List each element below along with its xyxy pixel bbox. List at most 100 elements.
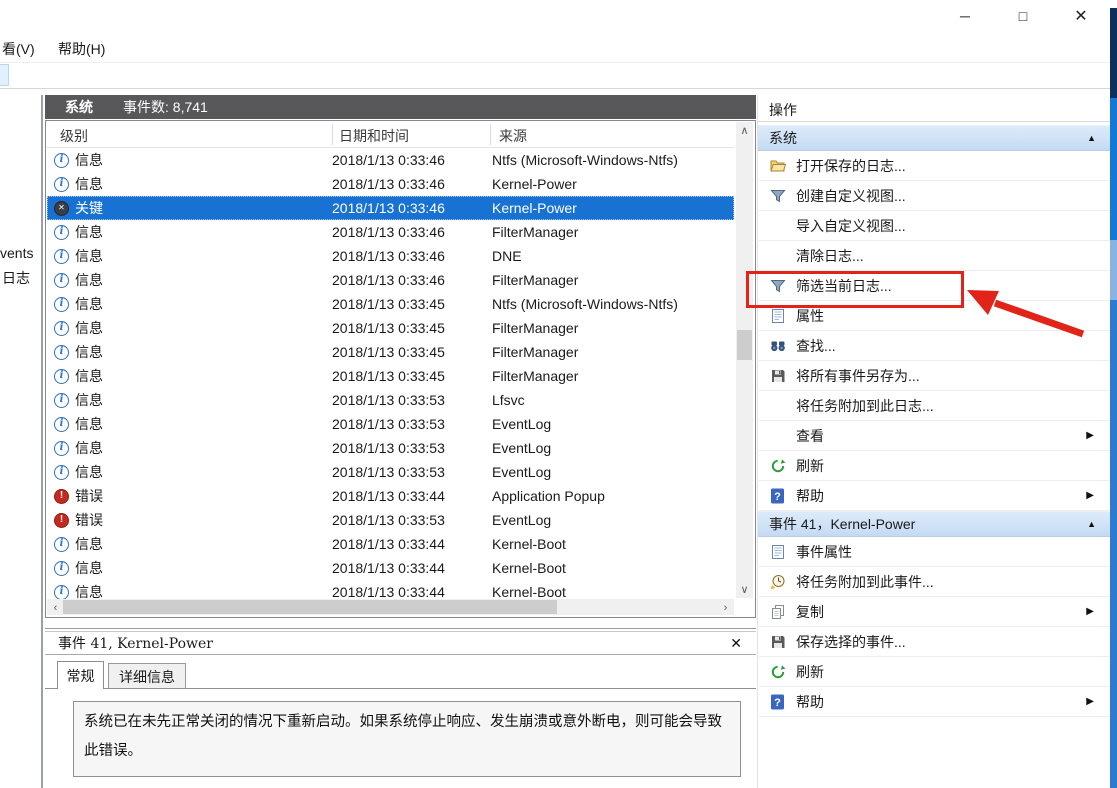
info-level-icon: i xyxy=(54,225,69,240)
table-row[interactable]: ✕关键2018/1/13 0:33:46Kernel-Power xyxy=(47,196,734,220)
scrollbar-thumb[interactable] xyxy=(737,330,752,360)
minimize-icon[interactable]: ─ xyxy=(948,4,982,28)
column-header-source[interactable]: 来源 xyxy=(499,126,527,146)
menu-item-view[interactable]: 看(V) xyxy=(2,39,35,59)
action-item[interactable]: 筛选当前日志... xyxy=(759,271,1110,301)
tree-item-partial[interactable]: vents xyxy=(0,245,33,261)
actions-section-header[interactable]: 系统▲ xyxy=(758,125,1111,151)
column-header-level[interactable]: 级别 xyxy=(60,126,88,146)
info-level-icon: i xyxy=(54,465,69,480)
divider xyxy=(758,121,1111,122)
menu-bar: 看(V) 帮助(H) xyxy=(0,34,1110,60)
collapse-icon[interactable]: ▲ xyxy=(1087,519,1096,529)
action-item[interactable]: 事件属性 xyxy=(759,537,1110,567)
table-row[interactable]: i信息2018/1/13 0:33:46Kernel-Power xyxy=(47,172,734,196)
event-source: FilterManager xyxy=(492,368,734,384)
actions-section-header[interactable]: 事件 41，Kernel-Power▲ xyxy=(758,511,1111,537)
scroll-down-icon[interactable]: ∨ xyxy=(736,581,753,598)
log-name: 系统 xyxy=(65,97,93,117)
table-row[interactable]: i信息2018/1/13 0:33:46FilterManager xyxy=(47,268,734,292)
table-row[interactable]: i信息2018/1/13 0:33:46DNE xyxy=(47,244,734,268)
event-list: 级别 日期和时间 来源 i信息2018/1/13 0:33:46Ntfs (Mi… xyxy=(45,120,756,618)
table-row[interactable]: i信息2018/1/13 0:33:45FilterManager xyxy=(47,316,734,340)
table-header: 级别 日期和时间 来源 xyxy=(47,122,734,148)
refresh-icon xyxy=(770,664,786,680)
refresh-icon xyxy=(770,458,786,474)
tab-details[interactable]: 详细信息 xyxy=(108,663,186,689)
event-date: 2018/1/13 0:33:46 xyxy=(332,272,492,288)
scroll-right-icon[interactable]: › xyxy=(717,599,734,616)
action-item[interactable]: 将所有事件另存为... xyxy=(759,361,1110,391)
event-detail-panel: 事件 41, Kernel-Power ✕ 常规 详细信息 系统已在未先正常关闭… xyxy=(45,628,756,788)
table-row[interactable]: i信息2018/1/13 0:33:53EventLog xyxy=(47,460,734,484)
help-icon: ? xyxy=(770,694,786,710)
horizontal-scrollbar[interactable]: ‹ › xyxy=(47,599,734,615)
action-label: 筛选当前日志... xyxy=(796,276,1110,296)
column-divider[interactable] xyxy=(332,124,333,145)
filter-icon xyxy=(770,188,786,204)
event-source: EventLog xyxy=(492,416,734,432)
help-icon: ? xyxy=(770,488,786,504)
table-row[interactable]: i信息2018/1/13 0:33:53EventLog xyxy=(47,412,734,436)
table-row[interactable]: i信息2018/1/13 0:33:46Ntfs (Microsoft-Wind… xyxy=(47,148,734,172)
action-item[interactable]: 将任务附加到此日志... xyxy=(759,391,1110,421)
event-source: FilterManager xyxy=(492,320,734,336)
maximize-icon[interactable]: □ xyxy=(1006,4,1040,28)
info-level-icon: i xyxy=(54,249,69,264)
table-row[interactable]: i信息2018/1/13 0:33:46FilterManager xyxy=(47,220,734,244)
info-level-icon: i xyxy=(54,417,69,432)
table-row[interactable]: !错误2018/1/13 0:33:53EventLog xyxy=(47,508,734,532)
action-item[interactable]: 创建自定义视图... xyxy=(759,181,1110,211)
action-item[interactable]: 查看▶ xyxy=(759,421,1110,451)
level-label: 信息 xyxy=(75,390,103,410)
action-item[interactable]: 将任务附加到此事件... xyxy=(759,567,1110,597)
action-item[interactable]: 保存选择的事件... xyxy=(759,627,1110,657)
column-divider[interactable] xyxy=(490,124,491,145)
tree-item-partial[interactable]: 日志 xyxy=(2,268,30,288)
scroll-left-icon[interactable]: ‹ xyxy=(47,599,64,616)
info-level-icon: i xyxy=(54,561,69,576)
pane-divider[interactable] xyxy=(41,95,43,788)
table-row[interactable]: i信息2018/1/13 0:33:44Kernel-Boot xyxy=(47,556,734,580)
toolbar-button-partial[interactable] xyxy=(0,64,9,86)
info-level-icon: i xyxy=(54,345,69,360)
menu-item-help[interactable]: 帮助(H) xyxy=(58,39,105,59)
action-item[interactable]: 查找... xyxy=(759,331,1110,361)
table-row[interactable]: i信息2018/1/13 0:33:44Kernel-Boot xyxy=(47,532,734,556)
event-source: EventLog xyxy=(492,440,734,456)
action-item[interactable]: 清除日志... xyxy=(759,241,1110,271)
detail-close-icon[interactable]: ✕ xyxy=(730,635,742,652)
table-row[interactable]: i信息2018/1/13 0:33:53Lfsvc xyxy=(47,388,734,412)
event-table-body: i信息2018/1/13 0:33:46Ntfs (Microsoft-Wind… xyxy=(47,148,734,604)
table-row[interactable]: i信息2018/1/13 0:33:53EventLog xyxy=(47,436,734,460)
action-item[interactable]: ?帮助▶ xyxy=(759,481,1110,511)
action-item[interactable]: ?帮助▶ xyxy=(759,687,1110,717)
event-date: 2018/1/13 0:33:46 xyxy=(332,224,492,240)
section-label: 系统 xyxy=(769,128,1087,148)
open-folder-icon xyxy=(770,158,786,174)
event-date: 2018/1/13 0:33:44 xyxy=(332,584,492,600)
table-row[interactable]: i信息2018/1/13 0:33:45FilterManager xyxy=(47,340,734,364)
background-window-edge xyxy=(1110,240,1117,300)
column-header-date[interactable]: 日期和时间 xyxy=(339,126,409,146)
action-item[interactable]: 复制▶ xyxy=(759,597,1110,627)
level-label: 信息 xyxy=(75,294,103,314)
collapse-icon[interactable]: ▲ xyxy=(1087,133,1096,143)
event-date: 2018/1/13 0:33:46 xyxy=(332,248,492,264)
action-item[interactable]: 刷新 xyxy=(759,451,1110,481)
scrollbar-thumb[interactable] xyxy=(63,600,557,614)
tab-general[interactable]: 常规 xyxy=(57,661,104,689)
action-item[interactable]: 刷新 xyxy=(759,657,1110,687)
action-item[interactable]: 导入自定义视图... xyxy=(759,211,1110,241)
table-row[interactable]: i信息2018/1/13 0:33:45Ntfs (Microsoft-Wind… xyxy=(47,292,734,316)
scroll-up-icon[interactable]: ∧ xyxy=(736,122,753,139)
close-icon[interactable]: ✕ xyxy=(1064,4,1098,28)
action-item[interactable]: 属性 xyxy=(759,301,1110,331)
vertical-scrollbar[interactable]: ∧ ∨ xyxy=(736,122,753,598)
level-label: 信息 xyxy=(75,318,103,338)
table-row[interactable]: i信息2018/1/13 0:33:45FilterManager xyxy=(47,364,734,388)
action-label: 复制 xyxy=(796,602,1086,622)
table-row[interactable]: !错误2018/1/13 0:33:44Application Popup xyxy=(47,484,734,508)
event-date: 2018/1/13 0:33:46 xyxy=(332,176,492,192)
action-item[interactable]: 打开保存的日志... xyxy=(759,151,1110,181)
